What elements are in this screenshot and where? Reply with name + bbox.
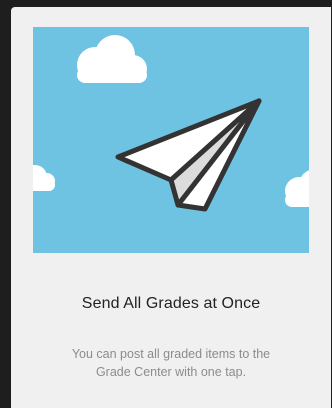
cloud-icon	[77, 35, 147, 83]
cloud-icon	[285, 170, 309, 207]
card-description: You can post all graded items to the Gra…	[31, 345, 311, 381]
paper-plane-icon	[115, 98, 262, 212]
card-description-line: You can post all graded items to the	[71, 347, 271, 361]
hero-illustration	[33, 27, 309, 253]
card-description-line: Grade Center with one tap.	[95, 365, 247, 379]
cloud-icon	[33, 165, 55, 191]
onboarding-card: Send All Grades at Once You can post all…	[11, 7, 331, 408]
card-title: Send All Grades at Once	[81, 295, 261, 312]
